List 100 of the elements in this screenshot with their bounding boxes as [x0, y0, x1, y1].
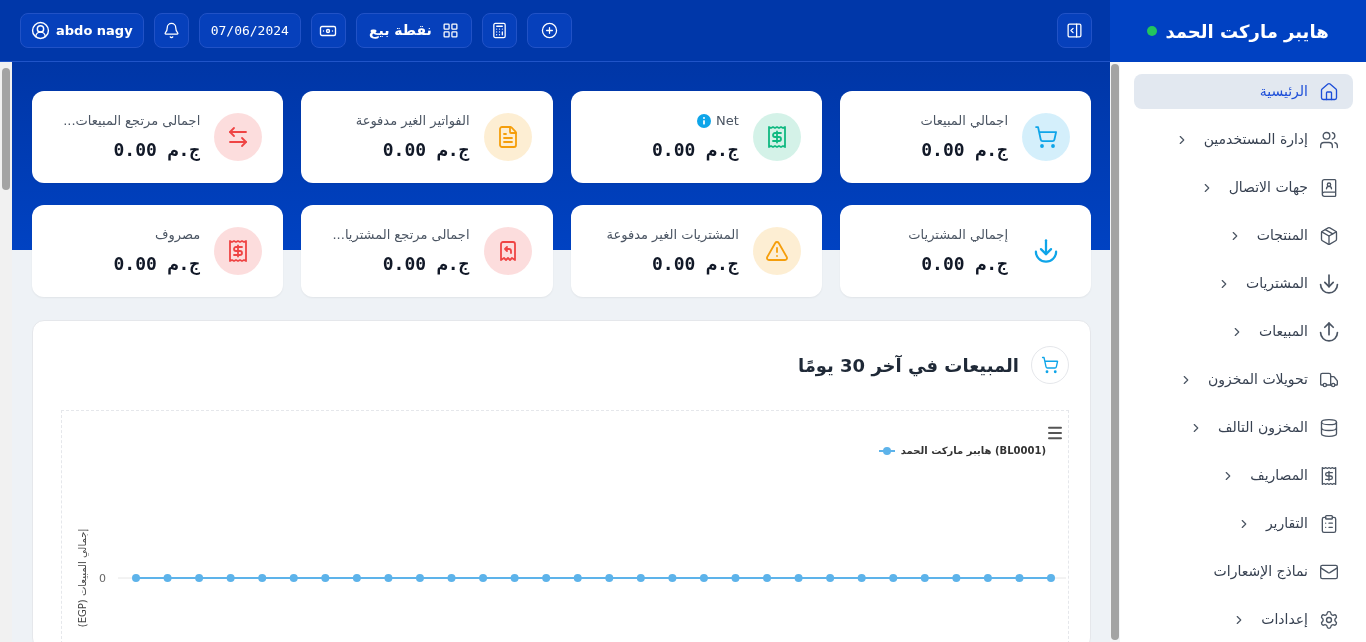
card-value: ج.م 0.00: [652, 138, 739, 163]
address-book-icon: [1319, 177, 1339, 198]
data-point: [731, 574, 740, 582]
panel-toggle-icon: [1066, 22, 1083, 39]
home-icon: [1319, 81, 1339, 102]
plus-circle-icon: [540, 22, 558, 39]
card-value: ج.م 0.00: [113, 252, 201, 277]
sidebar-item[interactable]: الرئيسية: [1134, 74, 1353, 109]
data-point: [952, 574, 961, 582]
card-value: ج.م 0.00: [651, 252, 739, 277]
sidebar-item[interactable]: إدارة المستخدمين: [1134, 122, 1353, 157]
sidebar-toggle-button[interactable]: [1057, 13, 1092, 48]
data-point: [352, 574, 361, 582]
card-label: المشتريات الغير مدفوعة: [606, 225, 739, 245]
data-point: [889, 574, 898, 582]
sidebar-item[interactable]: جهات الاتصال: [1134, 170, 1353, 205]
cash-button[interactable]: [310, 13, 346, 48]
card-label: اجمالى مرتجع المشتريا...: [332, 225, 470, 245]
sidebar-item-label: تحويلات المخزون: [1207, 370, 1308, 390]
card-label: اجمالي المبيعات: [920, 111, 1008, 130]
card-label: Net: [715, 111, 739, 130]
sidebar-item[interactable]: المشتريات: [1134, 266, 1353, 301]
store-name: هايبر ماركت الحمد: [1165, 19, 1329, 45]
user-circle-icon: [31, 21, 50, 40]
data-point: [542, 574, 551, 582]
bell-icon: [162, 22, 180, 39]
data-point: [510, 574, 519, 582]
data-point: [163, 574, 172, 582]
sidebar-item-label: جهات الاتصال: [1228, 178, 1308, 198]
data-point: [1047, 574, 1055, 582]
card-value: ج.م 0.00: [381, 138, 470, 163]
sidebar-item-label: المخزون التالف: [1218, 418, 1308, 438]
database-icon: [1319, 417, 1339, 438]
y-axis-label: إجمالي المبيعات (EGP): [77, 528, 88, 628]
sidebar-item[interactable]: المبيعات: [1134, 314, 1353, 349]
box-icon: [1319, 225, 1339, 246]
settings-icon: [1319, 609, 1339, 630]
sidebar-item-label: المصاريف: [1250, 466, 1308, 486]
data-point: [857, 574, 866, 582]
legend-marker-icon: [878, 446, 895, 455]
pos-button[interactable]: نقطة بيع: [355, 13, 472, 48]
calculator-icon: [490, 22, 508, 39]
data-point: [794, 574, 803, 582]
tick-label: 0: [99, 572, 106, 585]
data-point: [826, 574, 835, 582]
legend-label: (BL0001) هايبر ماركت الحمد: [900, 444, 1046, 458]
sidebar-item[interactable]: إعدادات: [1134, 602, 1353, 637]
calculator-button[interactable]: [481, 13, 517, 48]
sidebar-item-label: الرئيسية: [1259, 82, 1308, 101]
menu-icon: [1046, 424, 1064, 442]
data-point: [479, 574, 488, 582]
download-icon: [1319, 273, 1339, 294]
data-point: [195, 574, 204, 582]
data-point: [384, 574, 393, 582]
chart-menu-button[interactable]: [1046, 425, 1064, 441]
sidebar-item-label: المشتريات: [1245, 274, 1308, 294]
data-point: [920, 574, 929, 582]
data-point: [573, 574, 582, 582]
data-point: [321, 574, 330, 582]
chart-title: المبيعات في آخر 30 يومًا: [797, 353, 1019, 379]
data-point: [983, 574, 992, 582]
notifications-button[interactable]: [153, 13, 189, 48]
scrollbar-thumb[interactable]: [2, 68, 10, 190]
data-point: [699, 574, 708, 582]
data-point: [447, 574, 456, 582]
data-point: [289, 574, 298, 582]
card-label: اجمالى مرتجع المبيعات...: [63, 111, 201, 130]
sidebar-item-label: نماذج الإشعارات: [1213, 562, 1308, 582]
sidebar-item-label: المنتجات: [1256, 226, 1308, 245]
sidebar-item[interactable]: نماذج الإشعارات: [1134, 554, 1353, 589]
upload-icon: [1319, 321, 1339, 342]
sidebar-item-label: المبيعات: [1259, 322, 1308, 341]
receipt-icon: [1319, 465, 1339, 486]
users-icon: [1319, 129, 1339, 150]
data-point: [132, 574, 140, 582]
date-button[interactable]: 07/06/2024: [198, 13, 301, 48]
data-point: [258, 574, 267, 582]
card-value: ج.م 0.00: [112, 138, 201, 163]
data-point: [605, 574, 614, 582]
card-label: مصروف: [155, 225, 201, 245]
user-menu-button[interactable]: abdo nagy: [20, 13, 144, 48]
card-value: ج.م 0.00: [920, 138, 1008, 163]
card-value: ج.م 0.00: [381, 252, 470, 277]
sidebar-item[interactable]: المصاريف: [1134, 458, 1353, 493]
sidebar-item-label: إدارة المستخدمين: [1203, 130, 1308, 150]
data-point: [763, 574, 772, 582]
card-value: ج.م 0.00: [920, 252, 1008, 277]
sidebar-item[interactable]: التقارير: [1134, 506, 1353, 541]
clipboard-icon: [1319, 513, 1339, 534]
data-point: [636, 574, 645, 582]
sidebar-item[interactable]: المخزون التالف: [1134, 410, 1353, 445]
sidebar-item[interactable]: المنتجات: [1134, 218, 1353, 253]
sidebar-item[interactable]: تحويلات المخزون: [1134, 362, 1353, 397]
sidebar-item-label: التقارير: [1265, 514, 1308, 534]
data-point: [226, 574, 235, 582]
card-label: الفواتير الغير مدفوعة: [355, 111, 470, 131]
grid-icon: [441, 22, 459, 39]
sidebar-item-label: إعدادات: [1261, 610, 1308, 629]
add-button[interactable]: [526, 13, 572, 48]
data-point: [668, 574, 677, 582]
